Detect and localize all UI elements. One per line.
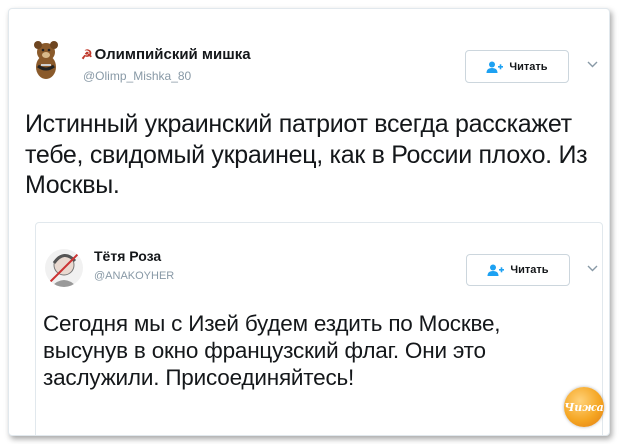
follow-button[interactable]: Читать	[465, 50, 569, 83]
tweet-text: Истинный украинский патриот всегда расск…	[25, 110, 588, 199]
quoted-author-avatar[interactable]	[45, 249, 83, 287]
quoted-author-name[interactable]: Тётя Роза	[94, 248, 161, 264]
chevron-down-icon[interactable]	[587, 57, 598, 71]
author-avatar[interactable]	[23, 36, 69, 82]
quoted-tweet-text: Сегодня мы с Изей будем ездить по Москве…	[43, 311, 501, 390]
watermark-text: Чижа	[564, 400, 604, 414]
quoted-avatar-image	[45, 249, 83, 287]
quoted-follow-label: Читать	[510, 264, 549, 276]
olympic-bear-image	[23, 36, 69, 82]
quoted-author-handle[interactable]: @ANAKOYHER	[94, 270, 174, 282]
tweet-card: ☭ Олимпийский мишка @Olimp_Mishka_80 Чита…	[8, 8, 610, 436]
watermark-logo: Чижа	[564, 387, 604, 427]
quoted-follow-button[interactable]: Читать	[466, 254, 570, 286]
add-user-icon	[486, 61, 504, 73]
quoted-chevron-down-icon[interactable]	[587, 261, 598, 275]
author-name[interactable]: ☭ Олимпийский мишка	[81, 46, 251, 63]
author-handle[interactable]: @Olimp_Mishka_80	[83, 69, 191, 83]
add-user-icon	[487, 264, 505, 276]
hammer-sickle-icon: ☭	[81, 47, 93, 62]
follow-label: Читать	[509, 60, 548, 73]
quoted-tweet[interactable]: Тётя Роза @ANAKOYHER Читать Сегодня мы с…	[35, 222, 603, 435]
